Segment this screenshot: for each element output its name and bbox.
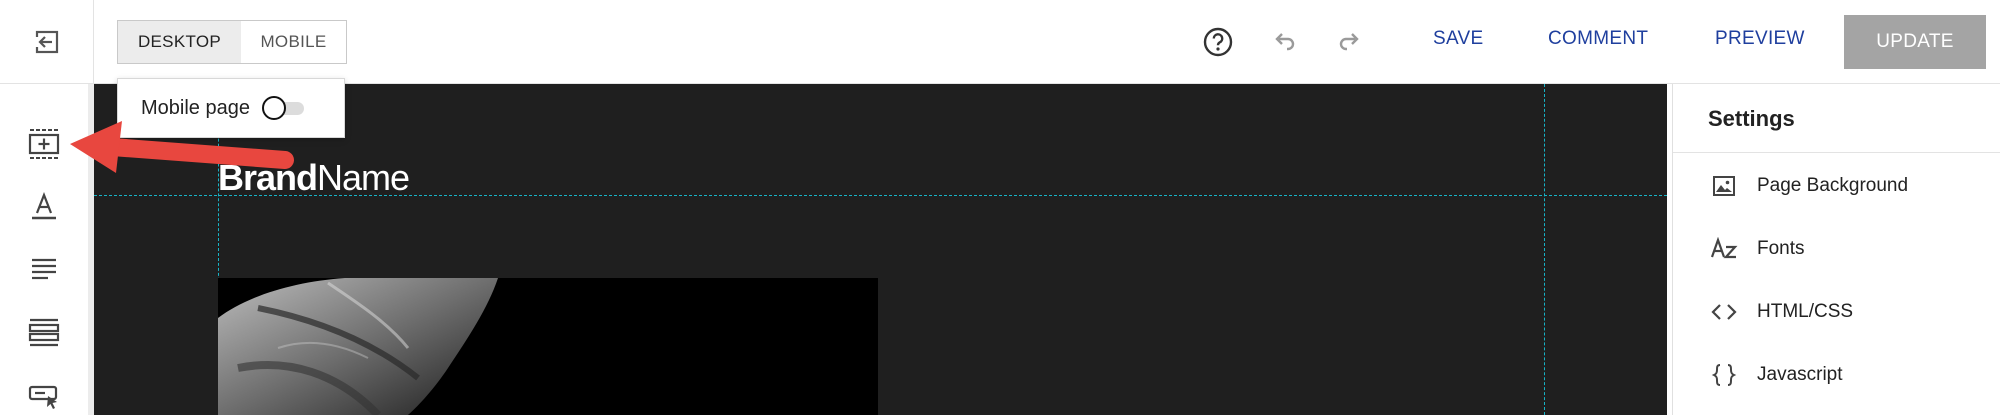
top-bar: DESKTOP MOBILE SAVE COMMENT PREVIEW UPDA… — [0, 0, 2000, 84]
layout-rows-icon — [28, 318, 60, 347]
add-section-icon — [28, 129, 60, 159]
help-button[interactable] — [1196, 20, 1240, 64]
help-circle-icon — [1203, 27, 1233, 57]
view-mode-toggle: DESKTOP MOBILE — [117, 20, 347, 64]
desktop-view-tab[interactable]: DESKTOP — [118, 21, 241, 63]
settings-panel: Settings Page Background Fonts HTML/CSS … — [1672, 84, 2000, 415]
settings-item-fonts[interactable]: Fonts — [1673, 224, 2000, 274]
left-toolbar — [0, 84, 88, 415]
text-style-icon — [32, 191, 56, 220]
hero-image[interactable] — [218, 278, 878, 415]
settings-item-javascript[interactable]: Javascript — [1673, 350, 2000, 400]
mobile-view-tab[interactable]: MOBILE — [241, 21, 346, 63]
settings-item-label: HTML/CSS — [1757, 301, 1854, 322]
brand-light-text: Name — [317, 157, 410, 198]
guide-line-right — [1544, 84, 1545, 415]
brand-logo-text[interactable]: BrandName — [218, 157, 410, 199]
settings-title: Settings — [1708, 106, 1795, 131]
settings-item-label: Javascript — [1757, 364, 1843, 385]
redo-button[interactable] — [1328, 20, 1372, 64]
redo-icon — [1339, 33, 1359, 51]
button-element-icon — [28, 385, 58, 409]
toggle-knob — [261, 96, 286, 120]
save-button[interactable]: SAVE — [1433, 28, 1483, 50]
mobile-page-label: Mobile page — [141, 96, 250, 119]
layout-rows-tool[interactable] — [22, 310, 66, 354]
image-icon — [1707, 171, 1741, 201]
settings-item-html-css[interactable]: HTML/CSS — [1673, 287, 2000, 337]
hero-photo-graphic — [218, 278, 878, 415]
update-button[interactable]: UPDATE — [1844, 15, 1986, 69]
paragraph-tool[interactable] — [22, 247, 66, 291]
undo-button[interactable] — [1262, 20, 1306, 64]
undo-icon — [1275, 33, 1295, 51]
braces-icon — [1707, 360, 1741, 390]
exit-editor-button[interactable] — [0, 0, 94, 84]
preview-button[interactable]: PREVIEW — [1715, 28, 1805, 50]
text-style-tool[interactable] — [22, 184, 66, 228]
exit-arrow-icon — [34, 30, 58, 54]
mobile-page-popup: Mobile page — [117, 78, 345, 138]
settings-divider — [1673, 152, 2000, 153]
button-element-tool[interactable] — [22, 374, 66, 415]
code-icon — [1707, 297, 1741, 327]
settings-item-label: Page Background — [1757, 175, 1909, 196]
mobile-page-toggle[interactable] — [261, 96, 308, 120]
fonts-icon — [1707, 234, 1741, 264]
settings-item-label: Fonts — [1757, 238, 1805, 259]
settings-item-page-background[interactable]: Page Background — [1673, 161, 2000, 211]
brand-bold-text: Brand — [218, 157, 318, 198]
paragraph-icon — [32, 258, 56, 280]
comment-button[interactable]: COMMENT — [1548, 28, 1648, 50]
add-section-tool[interactable] — [22, 122, 66, 166]
